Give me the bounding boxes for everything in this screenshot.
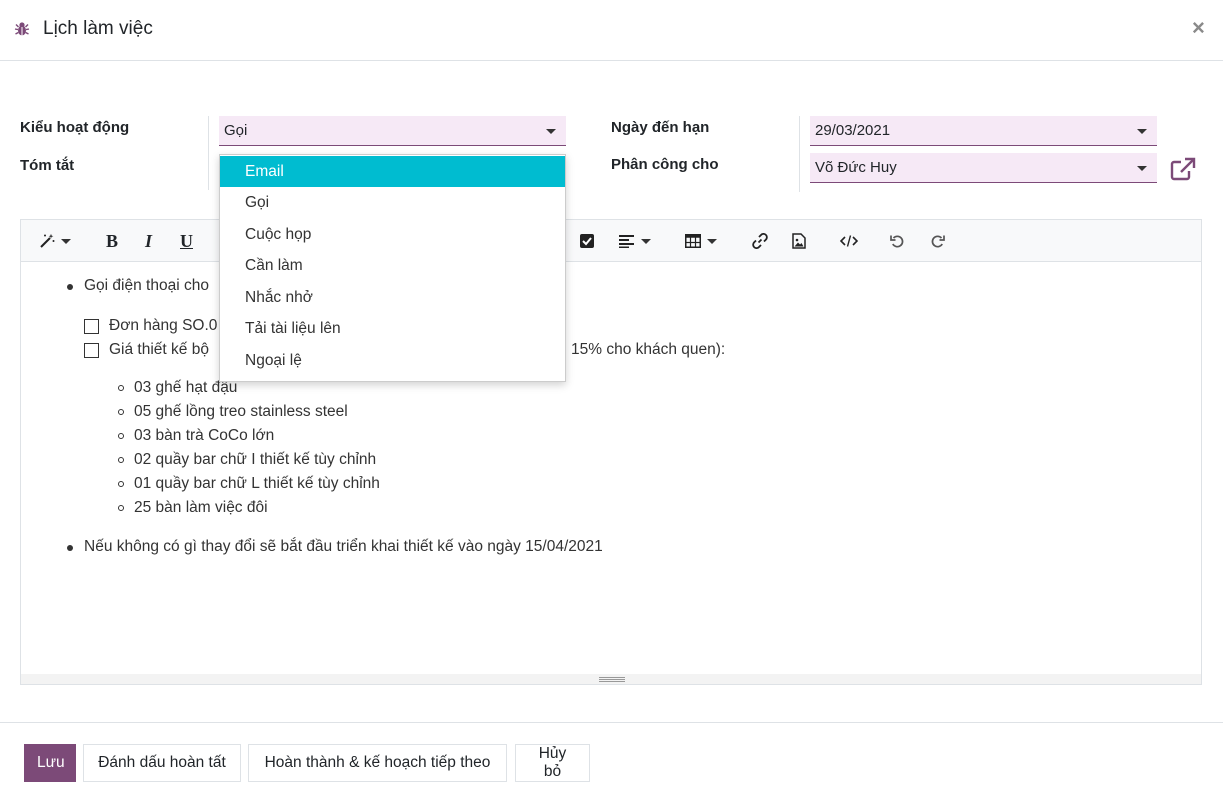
note-editor[interactable]: B I U Gọi điện thoại cho Đơn hàng SO.0 G… [20, 219, 1202, 685]
chevron-down-icon [1137, 129, 1147, 134]
code-view-icon [840, 235, 858, 247]
dialog-title: Lịch làm việc [43, 18, 153, 39]
assigned-to-value: Võ Đức Huy [815, 159, 897, 176]
editor-toolbar: B I U [21, 220, 1201, 262]
note-content[interactable]: Gọi điện thoại cho Đơn hàng SO.0 Giá thi… [21, 262, 1201, 674]
assigned-to-label: Phân công cho [611, 156, 719, 173]
checklist-item-tail: 15% cho khách quen): [571, 341, 726, 358]
due-date-value: 29/03/2021 [815, 122, 891, 139]
redo-icon [931, 234, 945, 248]
underline-icon[interactable]: U [180, 230, 193, 252]
link-button[interactable] [752, 230, 768, 252]
link-icon [752, 233, 768, 249]
checkbox-icon[interactable] [84, 319, 99, 334]
chevron-down-icon [707, 238, 717, 244]
chevron-down-icon [61, 238, 71, 244]
dialog-footer: Lưu Đánh dấu hoàn tất Hoàn thành & kế ho… [0, 722, 1223, 808]
external-link-icon[interactable] [1170, 157, 1196, 181]
dropdown-item-email[interactable]: Email [220, 156, 565, 187]
save-button[interactable]: Lưu [24, 744, 76, 782]
discard-button[interactable]: Hủy bỏ [515, 744, 590, 782]
checklist-button[interactable] [580, 230, 594, 252]
editor-resize-handle[interactable] [21, 674, 1201, 684]
dropdown-item-meeting[interactable]: Cuộc họp [220, 219, 565, 250]
right-separator [799, 116, 800, 192]
code-view-button[interactable] [840, 230, 858, 252]
due-date-label: Ngày đến hạn [611, 119, 710, 136]
image-icon [792, 233, 806, 249]
checklist-icon [580, 234, 594, 248]
grip-icon [599, 677, 625, 682]
note-line: Gọi điện thoại cho [84, 277, 209, 294]
dropdown-item-upload[interactable]: Tải tài liệu lên [220, 313, 565, 344]
assigned-to-select[interactable]: Võ Đức Huy [810, 153, 1157, 183]
sub-bullet-icon [118, 457, 124, 463]
bullet-icon [67, 284, 73, 290]
list-item: 01 quầy bar chữ L thiết kế tùy chỉnh [134, 475, 380, 492]
checklist-item: Giá thiết kế bộ [109, 341, 209, 358]
mark-done-button[interactable]: Đánh dấu hoàn tất [83, 744, 241, 782]
dropdown-item-reminder[interactable]: Nhắc nhở [220, 282, 565, 313]
bold-icon[interactable]: B [106, 230, 118, 252]
align-icon [619, 235, 634, 248]
close-icon[interactable]: × [1192, 15, 1205, 41]
list-item: 02 quầy bar chữ I thiết kế tùy chỉnh [134, 451, 377, 468]
sub-bullet-icon [118, 385, 124, 391]
dropdown-item-call[interactable]: Gọi [220, 187, 565, 218]
activity-type-label: Kiểu hoạt động [20, 119, 130, 136]
magic-wand-icon [40, 233, 55, 248]
checklist-item: Đơn hàng SO.0 [109, 317, 218, 334]
sub-bullet-icon [118, 505, 124, 511]
sub-bullet-icon [118, 433, 124, 439]
sub-bullet-icon [118, 481, 124, 487]
bullet-icon [67, 545, 73, 551]
left-separator [208, 116, 209, 190]
sub-bullet-icon [118, 409, 124, 415]
dropdown-item-todo[interactable]: Cần làm [220, 250, 565, 281]
dialog-header: Lịch làm việc × [0, 0, 1223, 61]
list-item: 03 bàn trà CoCo lớn [134, 427, 275, 444]
done-schedule-next-button[interactable]: Hoàn thành & kế hoạch tiếp theo [248, 744, 507, 782]
list-item: 05 ghế lồng treo stainless steel [134, 403, 348, 420]
undo-icon [890, 234, 904, 248]
redo-button[interactable] [930, 230, 945, 252]
due-date-input[interactable]: 29/03/2021 [810, 116, 1157, 146]
list-item: 25 bàn làm việc đôi [134, 499, 268, 516]
table-dropdown[interactable] [685, 230, 717, 252]
activity-type-value: Gọi [224, 122, 248, 139]
activity-type-dropdown: Email Gọi Cuộc họp Cần làm Nhắc nhở Tải … [219, 154, 566, 382]
bug-icon [14, 22, 30, 36]
italic-icon[interactable]: I [145, 230, 152, 252]
align-dropdown[interactable] [619, 230, 651, 252]
table-icon [685, 234, 701, 248]
checkbox-icon[interactable] [84, 343, 99, 358]
style-dropdown[interactable] [39, 230, 71, 252]
activity-type-select[interactable]: Gọi [219, 116, 566, 146]
summary-label: Tóm tắt [20, 157, 75, 174]
chevron-down-icon [1137, 166, 1147, 171]
dropdown-item-exception[interactable]: Ngoại lệ [220, 345, 565, 376]
undo-button[interactable] [890, 230, 905, 252]
chevron-down-icon [546, 129, 556, 134]
image-button[interactable] [792, 230, 806, 252]
chevron-down-icon [641, 238, 651, 244]
note-line: Nếu không có gì thay đổi sẽ bắt đầu triể… [84, 538, 603, 555]
